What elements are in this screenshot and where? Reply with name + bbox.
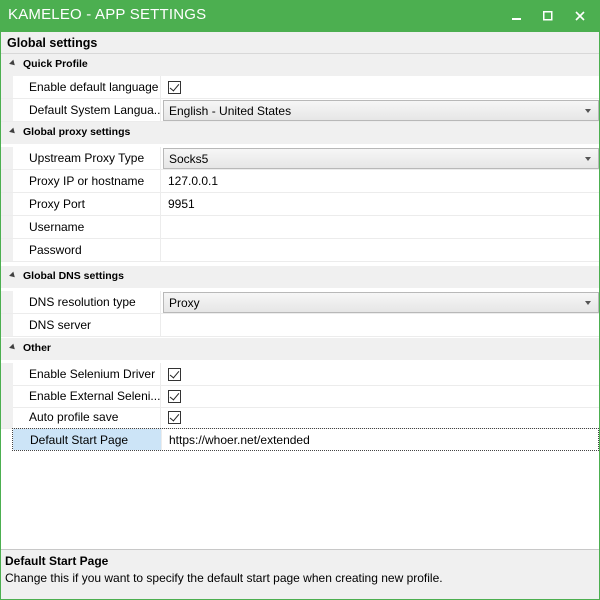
chevron-down-icon[interactable]	[585, 301, 591, 305]
collapse-arrow-icon[interactable]	[9, 271, 17, 280]
row-gutter	[1, 406, 13, 428]
property-value	[161, 76, 599, 98]
property-name: Username	[13, 216, 161, 238]
row-gutter	[1, 216, 13, 238]
property-row-username[interactable]: Username	[1, 216, 599, 239]
property-value	[161, 385, 599, 407]
chevron-down-icon[interactable]	[585, 157, 591, 161]
category-global-dns-settings[interactable]: Global DNS settings	[1, 266, 599, 288]
property-name: Enable External Seleni...	[13, 385, 161, 407]
app-settings-window: KAMELEO - APP SETTINGS Global settings Q…	[0, 0, 600, 600]
description-text: Change this if you want to specify the d…	[5, 571, 443, 585]
property-value	[161, 363, 599, 385]
row-gutter	[1, 76, 13, 98]
chevron-down-icon[interactable]	[585, 109, 591, 113]
property-row-upstream-proxy-type[interactable]: Upstream Proxy Type Socks5	[1, 147, 599, 170]
property-name: Proxy IP or hostname	[13, 170, 161, 192]
category-label: Global proxy settings	[23, 126, 131, 138]
page-title: Global settings	[7, 36, 98, 50]
dropdown-selected-value: Proxy	[169, 295, 200, 310]
row-gutter	[1, 99, 13, 121]
row-gutter	[1, 147, 13, 169]
password-field[interactable]	[161, 239, 599, 261]
dropdown-selected-value: English - United States	[169, 103, 292, 118]
proxy-ip-field[interactable]: 127.0.0.1	[161, 170, 599, 192]
username-field[interactable]	[161, 216, 599, 238]
row-gutter	[1, 193, 13, 215]
title-bar[interactable]: KAMELEO - APP SETTINGS	[0, 0, 600, 32]
dns-resolution-type-dropdown[interactable]: Proxy	[163, 292, 599, 313]
window-title: KAMELEO - APP SETTINGS	[8, 6, 207, 23]
category-label: Global DNS settings	[23, 270, 124, 282]
category-quick-profile[interactable]: Quick Profile	[1, 54, 599, 76]
property-row-dns-resolution-type[interactable]: DNS resolution type Proxy	[1, 291, 599, 314]
property-name: DNS resolution type	[13, 291, 161, 313]
property-name: Auto profile save	[13, 406, 161, 428]
category-other[interactable]: Other	[1, 338, 599, 360]
property-row-enable-default-language[interactable]: Enable default language	[1, 76, 599, 99]
property-row-proxy-port[interactable]: Proxy Port 9951	[1, 193, 599, 216]
property-row-proxy-ip[interactable]: Proxy IP or hostname 127.0.0.1	[1, 170, 599, 193]
row-gutter	[1, 363, 13, 385]
auto-profile-save-checkbox[interactable]	[168, 410, 181, 424]
maximize-button[interactable]	[532, 0, 564, 32]
close-icon	[575, 11, 585, 21]
dns-server-field[interactable]	[161, 314, 599, 336]
maximize-icon	[543, 11, 553, 21]
property-name: Default Start Page	[13, 429, 162, 450]
row-gutter	[1, 314, 13, 336]
minimize-button[interactable]	[501, 0, 533, 32]
settings-content: Global settings Quick Profile Enable def…	[1, 32, 599, 599]
description-panel: Default Start Page Change this if you wa…	[1, 549, 599, 599]
description-title: Default Start Page	[5, 554, 109, 568]
property-name: Upstream Proxy Type	[13, 147, 161, 169]
property-row-auto-profile-save[interactable]: Auto profile save	[1, 406, 599, 429]
enable-external-selenium-checkbox[interactable]	[168, 389, 181, 403]
property-row-password[interactable]: Password	[1, 239, 599, 262]
collapse-arrow-icon[interactable]	[9, 343, 17, 352]
property-name: DNS server	[13, 314, 161, 336]
dropdown-selected-value: Socks5	[169, 151, 209, 166]
enable-selenium-driver-checkbox[interactable]	[168, 367, 181, 381]
default-system-language-dropdown[interactable]: English - United States	[163, 100, 599, 121]
property-name: Enable default language	[13, 76, 161, 98]
category-global-proxy-settings[interactable]: Global proxy settings	[1, 122, 599, 144]
row-gutter	[1, 239, 13, 261]
upstream-proxy-type-dropdown[interactable]: Socks5	[163, 148, 599, 169]
row-gutter	[1, 385, 13, 407]
default-start-page-field[interactable]: https://whoer.net/extended	[162, 429, 598, 450]
property-name: Password	[13, 239, 161, 261]
property-row-enable-external-selenium[interactable]: Enable External Seleni...	[1, 385, 599, 408]
property-row-dns-server[interactable]: DNS server	[1, 314, 599, 337]
property-name: Proxy Port	[13, 193, 161, 215]
category-label: Other	[23, 342, 52, 354]
category-label: Quick Profile	[23, 58, 88, 70]
collapse-arrow-icon[interactable]	[9, 59, 17, 68]
property-name: Default System Langua...	[13, 99, 161, 121]
row-gutter	[1, 291, 13, 313]
property-row-enable-selenium-driver[interactable]: Enable Selenium Driver	[1, 363, 599, 386]
row-gutter	[1, 170, 13, 192]
collapse-arrow-icon[interactable]	[9, 127, 17, 136]
property-name: Enable Selenium Driver	[13, 363, 161, 385]
property-row-default-start-page[interactable]: Default Start Page https://whoer.net/ext…	[12, 428, 599, 451]
property-value	[161, 406, 599, 428]
property-grid: Quick Profile Enable default language De…	[1, 54, 599, 549]
settings-header: Global settings	[1, 32, 599, 54]
close-button[interactable]	[564, 0, 596, 32]
minimize-icon	[512, 18, 521, 20]
enable-default-language-checkbox[interactable]	[168, 80, 181, 94]
proxy-port-field[interactable]: 9951	[161, 193, 599, 215]
property-row-default-system-language[interactable]: Default System Langua... English - Unite…	[1, 99, 599, 122]
